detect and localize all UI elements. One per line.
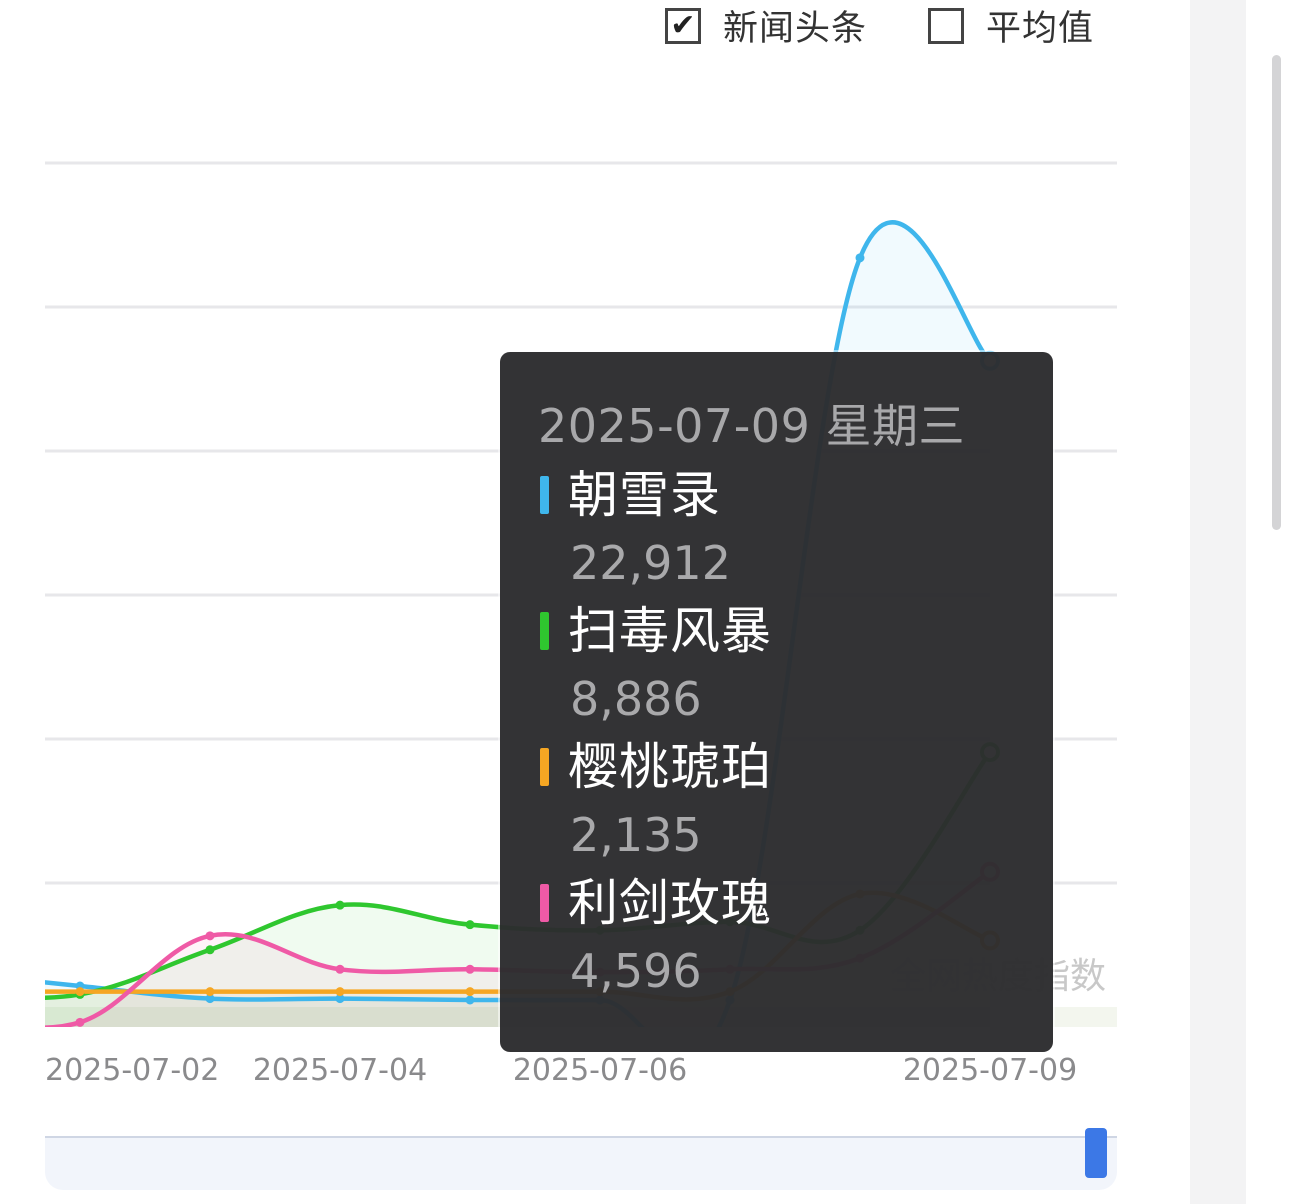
tooltip-series-name: 利剑玫瑰 — [568, 874, 772, 932]
data-point — [855, 253, 865, 263]
x-tick-label: 2025-07-09 — [903, 1053, 1077, 1088]
zoom-slider[interactable] — [45, 1138, 1117, 1190]
data-point — [465, 964, 475, 974]
tooltip-item: 扫毒风暴 8,886 — [538, 596, 1053, 732]
x-tick-label: 2025-07-04 — [253, 1053, 427, 1088]
data-point — [205, 987, 215, 997]
series-color-marker — [540, 612, 549, 650]
tooltip-series-value: 22,912 — [570, 536, 731, 590]
series-color-marker — [540, 748, 549, 786]
zoom-slider-handle[interactable] — [1085, 1128, 1107, 1178]
data-point — [205, 931, 215, 941]
data-point — [335, 900, 345, 910]
tooltip-series-value: 2,135 — [570, 808, 702, 862]
series-color-marker — [540, 476, 549, 514]
tooltip-series-value: 8,886 — [570, 672, 702, 726]
tooltip-series-name: 扫毒风暴 — [568, 602, 772, 660]
tooltip-item: 朝雪录 22,912 — [538, 460, 1053, 596]
series-color-marker — [540, 884, 549, 922]
data-point — [465, 995, 475, 1005]
tooltip-item: 利剑玫瑰 4,596 — [538, 868, 1053, 1004]
x-tick-label: 2025-07-06 — [513, 1053, 687, 1088]
tooltip-series-name: 樱桃琥珀 — [568, 738, 772, 796]
tooltip-series-name: 朝雪录 — [568, 466, 721, 524]
data-point — [205, 945, 215, 955]
data-point — [335, 987, 345, 997]
data-point — [465, 987, 475, 997]
tooltip-date: 2025-07-09 星期三 — [538, 399, 965, 453]
chart-tooltip: 2025-07-09 星期三 朝雪录 22,912 扫毒风暴 8,886 樱桃琥… — [500, 352, 1053, 1052]
data-point — [335, 964, 345, 974]
x-axis-ticks: 2025-07-02 2025-07-04 2025-07-06 2025-07-09 — [45, 1053, 1077, 1088]
tooltip-series-value: 4,596 — [570, 944, 702, 998]
x-tick-label: 2025-07-02 — [45, 1053, 219, 1088]
tooltip-item: 樱桃琥珀 2,135 — [538, 732, 1053, 868]
data-point — [75, 1017, 85, 1027]
page-scrollbar-thumb[interactable] — [1272, 55, 1281, 530]
right-panel-strip — [1190, 0, 1246, 1204]
data-point — [465, 920, 475, 930]
data-point — [75, 987, 85, 997]
